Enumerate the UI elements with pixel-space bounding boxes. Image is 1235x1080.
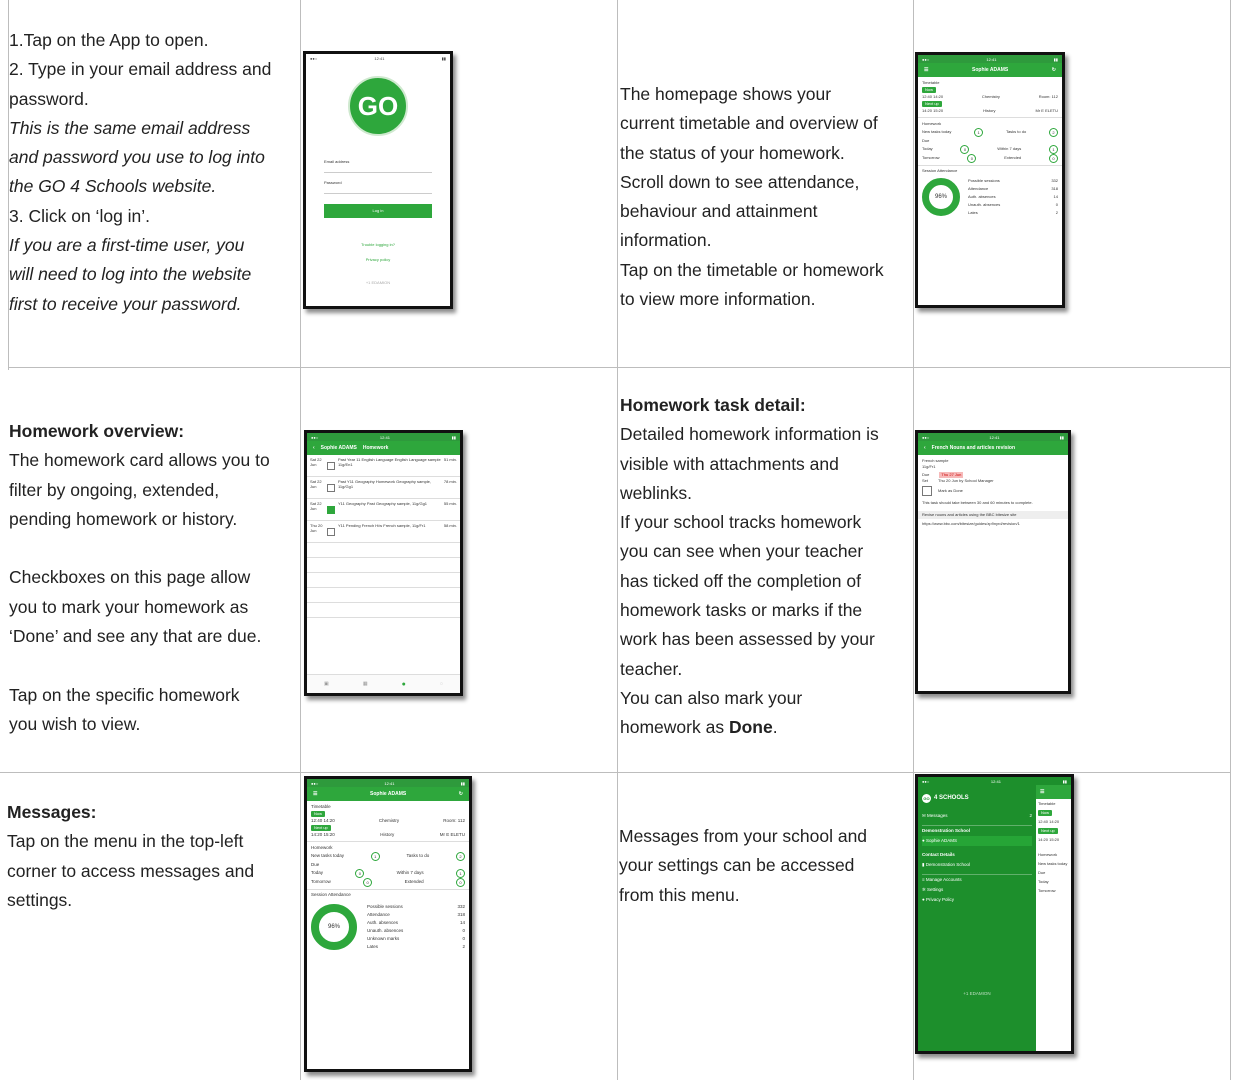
homework-overview-text: Homework overview: The homework card all… [9, 421, 270, 734]
app-bar: ☰ Sophie ADAMS ↻ [918, 63, 1062, 77]
attendance-donut: 96% [311, 904, 357, 950]
login-screenshot: ●●○ 12:41 ▮▮ GO Email address Password Log… [303, 51, 453, 309]
homework-detail-screenshot: ●●○ 12:41 ▮▮ ‹ French Nouns and articles re… [915, 430, 1071, 694]
table-border [617, 0, 618, 1080]
app-bar: ☰ Sophie ADAMS ↻ [307, 787, 469, 801]
status-bar: ●●○ 12:41 ▮▮ [918, 433, 1068, 441]
link-title: Revise nouns and articles using the BBC … [918, 511, 1068, 519]
tab-icon[interactable]: ◌ [440, 681, 443, 687]
status-bar: ●●○ 12:41 ▮▮ [918, 777, 1071, 785]
email-field[interactable]: Email address [324, 152, 432, 173]
tab-icon[interactable]: ▦ [363, 681, 368, 687]
back-icon[interactable]: ‹ [924, 445, 926, 451]
privacy-link[interactable]: Privacy policy [306, 257, 450, 262]
menu-description: Messages from your school and your setti… [619, 826, 868, 905]
trouble-link[interactable]: Trouble logging in? [306, 242, 450, 247]
messages-home-screenshot: ●●○ 12:41 ▮▮ ☰ Sophie ADAMS ↻ Timetable Now … [304, 776, 472, 1072]
message-icon: ✉ [922, 813, 926, 818]
attendance-card[interactable]: Session Attendance 96% Possible sessions… [307, 890, 469, 953]
back-icon[interactable]: ‹ [313, 445, 315, 451]
app-bar: ‹ Sophie ADAMS Homework [307, 441, 460, 455]
homework-row[interactable]: Thu 20 Jun Y11 Pending French H/w French … [307, 521, 460, 543]
homework-screenshot: ●●○ 12:41 ▮▮ ‹ Sophie ADAMS Homework Sat 22 … [304, 430, 463, 696]
status-bar: ●●○ 12:41 ▮▮ [918, 55, 1062, 63]
go-logo-icon: GO [922, 793, 931, 803]
tab-icon[interactable]: ● [402, 681, 406, 688]
homework-row[interactable]: Sat 22 Jun Y11 Geography Past Geography s… [307, 499, 460, 521]
table-border [0, 772, 1231, 773]
footer-text: +1 EDAMION [365, 280, 391, 285]
messages-text: Messages: Tap on the menu in the top-lef… [7, 802, 255, 910]
attendance-card[interactable]: Session Attendance 96% Possible sessions… [918, 166, 1062, 219]
homework-detail-text: Homework task detail: Detailed homework … [620, 395, 879, 738]
menu-item-contact-school[interactable]: ▮ Demonstration School [922, 860, 1032, 870]
homework-card[interactable]: Homework New tasks today 1 Tasks to do 2 Du… [307, 842, 469, 890]
menu-icon[interactable]: ☰ [924, 67, 928, 73]
login-instructions: 1.Tap on the App to open. 2. Type in you… [9, 30, 272, 314]
login-button[interactable]: Log in [324, 204, 432, 218]
homework-card[interactable]: Homework New tasks today 1 Tasks to do 2 Du… [918, 118, 1062, 166]
table-border [913, 0, 914, 1080]
status-bar: ●●○ 12:41 ▮▮ [307, 433, 460, 441]
status-bar: ●●○ 12:41 ▮▮ [307, 779, 469, 787]
go-logo: GO [348, 76, 408, 136]
timetable-card[interactable]: Timetable Now 12:40 14:20 Chemistry Room: … [918, 77, 1062, 118]
status-bar: ●●○ 12:41 ▮▮ [306, 54, 450, 62]
homework-row[interactable]: Sat 22 Jun Past Y11 Geography Homework Ge… [307, 477, 460, 499]
menu-screenshot: ●●○ 12:41 ▮▮ GO 4 SCHOOLS ✉ Messages 2 Demon… [915, 774, 1074, 1054]
menu-item-privacy[interactable]: ● Privacy Policy [922, 895, 1032, 905]
home-peek[interactable]: ☰ Timetable Now 12:40 14:20 Next up 14:2… [1036, 785, 1071, 1051]
menu-item-settings[interactable]: ✲ Settings [922, 885, 1032, 895]
refresh-icon[interactable]: ↻ [1052, 67, 1056, 73]
homework-row[interactable]: Sat 22 Jun Past Year 11 English Language … [307, 455, 460, 477]
building-icon: ▮ [922, 862, 925, 867]
bottom-tab-bar: ▣ ▦ ● ◌ [307, 674, 460, 693]
menu-item-student[interactable]: ● Sophie ADAMS [922, 836, 1032, 846]
weblink[interactable]: https://www.bbc.com/bitesize/guides/zp9n… [918, 519, 1068, 529]
app-bar: ‹ French Nouns and articles revision [918, 441, 1068, 455]
password-field[interactable]: Password [324, 173, 432, 194]
menu-item-manage-accounts[interactable]: ≡ Manage Accounts [922, 874, 1032, 885]
mark-done-checkbox[interactable] [922, 486, 932, 496]
home-screenshot: ●●○ 12:41 ▮▮ ☰ Sophie ADAMS ↻ Timetable Now … [915, 52, 1065, 308]
menu-icon[interactable]: ☰ [1040, 788, 1044, 797]
refresh-icon[interactable]: ↻ [459, 791, 463, 797]
menu-item-messages[interactable]: ✉ Messages 2 [922, 811, 1032, 821]
gear-icon: ✲ [922, 887, 926, 892]
side-menu: GO 4 SCHOOLS ✉ Messages 2 Demonstration Sc… [918, 785, 1036, 1051]
tab-icon[interactable]: ▣ [324, 681, 329, 687]
timetable-card[interactable]: Timetable Now 12:40 14:20 Chemistry Room: … [307, 801, 469, 842]
info-icon: ● [922, 897, 925, 902]
accounts-icon: ≡ [922, 877, 925, 882]
table-border [8, 367, 1231, 368]
person-icon: ● [922, 838, 925, 843]
attendance-donut: 96% [922, 178, 960, 216]
table-border [1230, 0, 1231, 1080]
homepage-description: The homepage shows your current timetabl… [620, 84, 884, 310]
menu-icon[interactable]: ☰ [313, 791, 317, 797]
